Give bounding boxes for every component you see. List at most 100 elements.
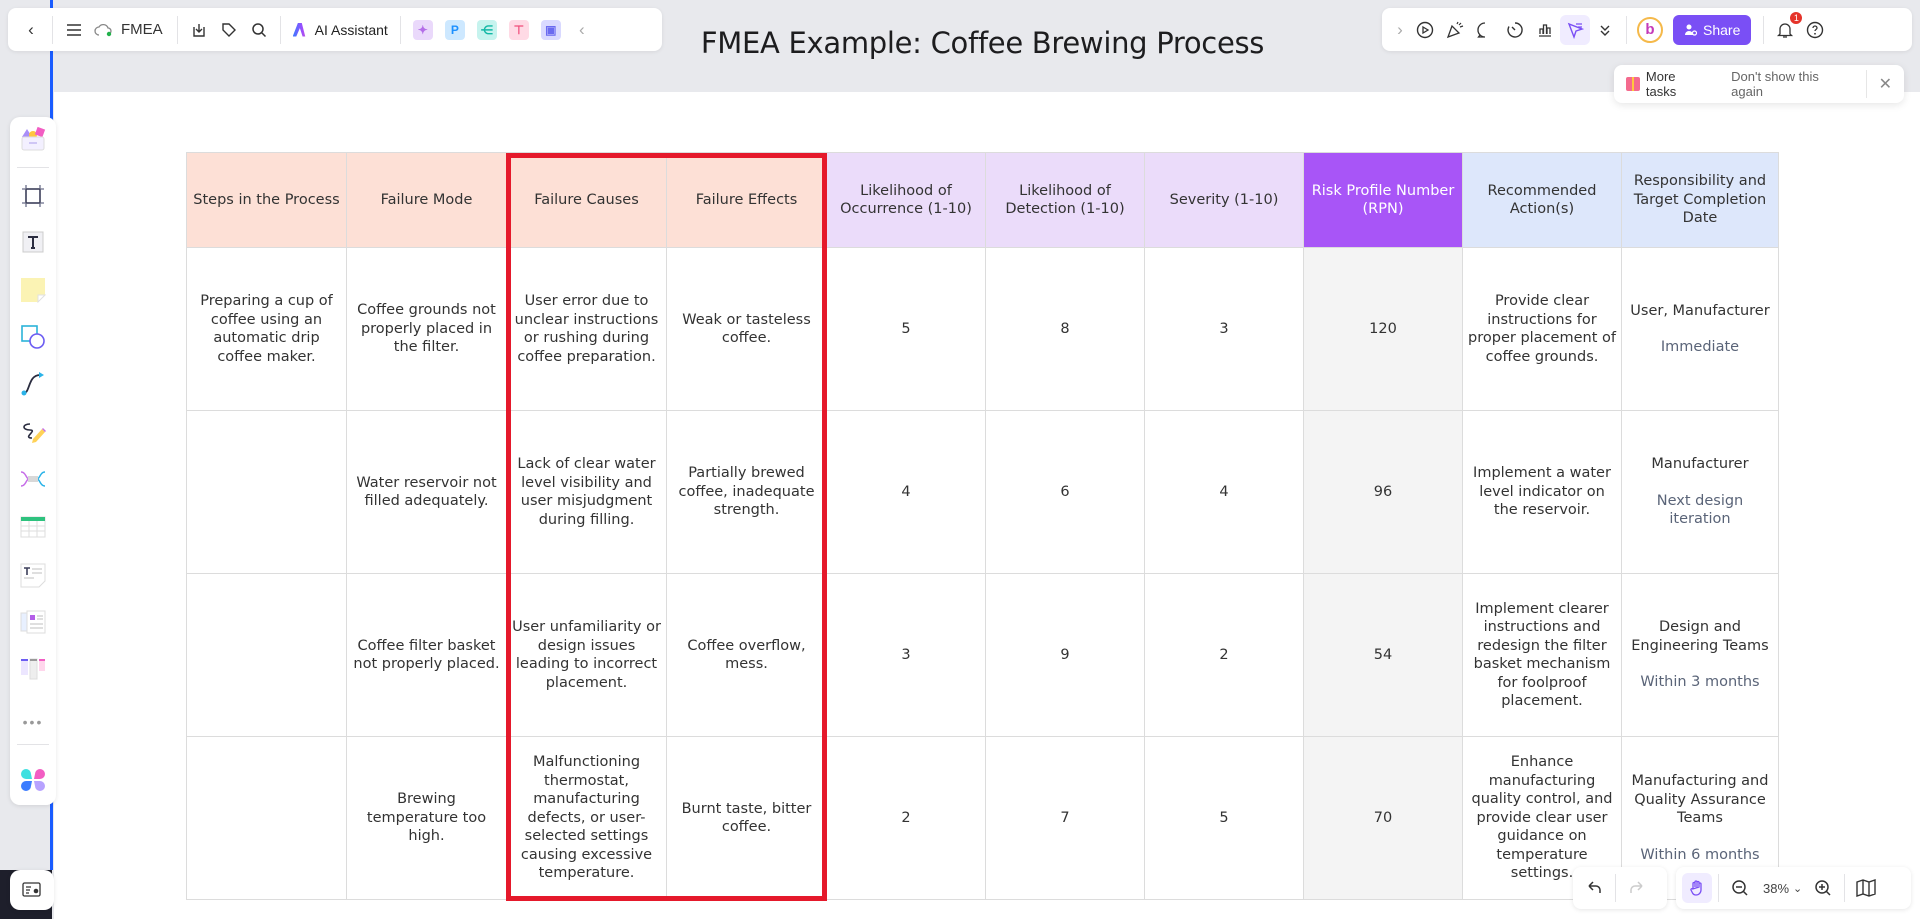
minimap-toggle-button[interactable]	[10, 870, 54, 910]
connector-tool[interactable]	[18, 369, 48, 399]
presentation-app-button[interactable]: P	[444, 19, 465, 40]
cell-rpn[interactable]: 96	[1303, 410, 1463, 574]
cell-causes[interactable]: User unfamiliarity or design issues lead…	[506, 573, 667, 737]
header-failure-causes[interactable]: Failure Causes	[506, 152, 667, 248]
user-avatar[interactable]: b	[1637, 16, 1663, 43]
cell-occurrence[interactable]: 2	[826, 736, 986, 900]
cell-detection[interactable]: 6	[985, 410, 1145, 574]
cell-detection[interactable]: 8	[985, 247, 1145, 411]
cell-severity[interactable]: 3	[1144, 247, 1304, 411]
cell-step[interactable]	[186, 573, 347, 737]
laser-pointer-button[interactable]	[1560, 14, 1590, 45]
hand-tool-button[interactable]	[1682, 873, 1712, 903]
comment-button[interactable]	[1470, 15, 1500, 45]
notifications-button[interactable]: 1	[1770, 11, 1803, 45]
pen-tool[interactable]	[18, 417, 48, 447]
expand-toolbar-button[interactable]: ›	[1390, 15, 1410, 45]
zoom-level[interactable]: 38%	[1763, 881, 1789, 896]
celebrate-button[interactable]	[1440, 15, 1470, 45]
undo-button[interactable]	[1579, 873, 1609, 903]
redo-button[interactable]	[1622, 873, 1652, 903]
kanban-tool[interactable]	[18, 654, 48, 684]
present-button[interactable]	[1410, 15, 1440, 45]
share-button[interactable]: Share	[1673, 14, 1752, 45]
cell-detection[interactable]: 9	[985, 573, 1145, 737]
collapse-apps-button[interactable]: ‹	[567, 15, 597, 45]
ai-assistant-button[interactable]: AI Assistant	[287, 22, 394, 38]
cell-step[interactable]	[186, 736, 347, 900]
more-tools[interactable]: •••	[18, 707, 48, 737]
menu-button[interactable]	[59, 15, 89, 45]
sticky-note-tool[interactable]	[18, 275, 48, 305]
zoom-out-button[interactable]	[1725, 873, 1755, 903]
cell-effects[interactable]: Burnt taste, bitter coffee.	[666, 736, 827, 900]
close-popup-button[interactable]: ✕	[1879, 74, 1892, 94]
more-tasks-link[interactable]: More tasks	[1646, 69, 1709, 99]
back-button[interactable]: ‹	[16, 15, 46, 45]
table-tool[interactable]	[18, 512, 48, 542]
card-tool[interactable]	[18, 607, 48, 637]
cell-effects[interactable]: Partially brewed coffee, inadequate stre…	[666, 410, 827, 574]
header-rpn[interactable]: Risk Profile Number (RPN)	[1303, 152, 1463, 248]
cell-effects[interactable]: Coffee overflow, mess.	[666, 573, 827, 737]
text-doc-tool[interactable]	[18, 560, 48, 590]
apps-tool[interactable]	[18, 765, 48, 795]
cell-step[interactable]: Preparing a cup of coffee using an autom…	[186, 247, 347, 411]
cell-effects[interactable]: Weak or tasteless coffee.	[666, 247, 827, 411]
search-button[interactable]	[244, 15, 274, 45]
header-responsibility[interactable]: Responsibility and Target Completion Dat…	[1621, 152, 1779, 248]
cell-rpn[interactable]: 70	[1303, 736, 1463, 900]
cell-severity[interactable]: 5	[1144, 736, 1304, 900]
cell-failure-mode[interactable]: Brewing temperature too high.	[346, 736, 507, 900]
minimap-button[interactable]	[1851, 873, 1881, 903]
help-button[interactable]	[1800, 15, 1830, 45]
text-tool[interactable]	[18, 227, 48, 257]
image-gen-app-button[interactable]: ✦	[412, 19, 433, 40]
cell-action[interactable]: Provide clear instructions for proper pl…	[1462, 247, 1622, 411]
mindmap-app-button[interactable]: ⋲	[476, 19, 497, 40]
cell-causes[interactable]: Lack of clear water level visibility and…	[506, 410, 667, 574]
cell-rpn[interactable]: 120	[1303, 247, 1463, 411]
cell-responsibility[interactable]: Manufacturer Next design iteration	[1621, 410, 1779, 574]
file-name[interactable]: FMEA	[121, 21, 163, 38]
cell-causes[interactable]: Malfunctioning thermostat, manufacturing…	[506, 736, 667, 900]
flowchart-app-button[interactable]: ⊤	[508, 19, 529, 40]
cell-responsibility[interactable]: User, Manufacturer Immediate	[1621, 247, 1779, 411]
frame-tool[interactable]	[18, 181, 48, 211]
cell-severity[interactable]: 2	[1144, 573, 1304, 737]
cell-failure-mode[interactable]: Water reservoir not filled adequately.	[346, 410, 507, 574]
header-severity[interactable]: Severity (1-10)	[1144, 152, 1304, 248]
mindmap-tool[interactable]	[18, 464, 48, 494]
cell-action[interactable]: Implement clearer instructions and redes…	[1462, 573, 1622, 737]
cell-severity[interactable]: 4	[1144, 410, 1304, 574]
cell-occurrence[interactable]: 4	[826, 410, 986, 574]
tag-button[interactable]	[214, 15, 244, 45]
header-failure-effects[interactable]: Failure Effects	[666, 152, 827, 248]
cell-action[interactable]: Implement a water level indicator on the…	[1462, 410, 1622, 574]
header-steps[interactable]: Steps in the Process	[186, 152, 347, 248]
cell-rpn[interactable]: 54	[1303, 573, 1463, 737]
cell-detection[interactable]: 7	[985, 736, 1145, 900]
cell-causes[interactable]: User error due to unclear instructions o…	[506, 247, 667, 411]
download-button[interactable]	[184, 15, 214, 45]
vote-button[interactable]	[1530, 15, 1560, 45]
header-occurrence[interactable]: Likelihood of Occurrence (1-10)	[826, 152, 986, 248]
templates-tool[interactable]	[18, 124, 48, 154]
more-tools-button[interactable]	[1590, 15, 1620, 45]
cell-occurrence[interactable]: 5	[826, 247, 986, 411]
cell-responsibility[interactable]: Design and Engineering Teams Within 3 mon…	[1621, 573, 1779, 737]
dont-show-again-link[interactable]: Don't show this again	[1731, 69, 1853, 99]
cell-failure-mode[interactable]: Coffee filter basket not properly placed…	[346, 573, 507, 737]
cell-occurrence[interactable]: 3	[826, 573, 986, 737]
zoom-dropdown-button[interactable]: ⌄	[1793, 882, 1802, 895]
header-failure-mode[interactable]: Failure Mode	[346, 152, 507, 248]
shape-tool[interactable]	[18, 322, 48, 352]
fmea-table[interactable]: Steps in the Process Failure Mode Failur…	[186, 152, 1779, 900]
chat-app-button[interactable]: ▣	[540, 19, 561, 40]
cell-step[interactable]	[186, 410, 347, 574]
cell-failure-mode[interactable]: Coffee grounds not properly placed in th…	[346, 247, 507, 411]
zoom-in-button[interactable]	[1808, 873, 1838, 903]
header-recommended-actions[interactable]: Recommended Action(s)	[1462, 152, 1622, 248]
header-detection[interactable]: Likelihood of Detection (1-10)	[985, 152, 1145, 248]
timer-button[interactable]	[1500, 15, 1530, 45]
